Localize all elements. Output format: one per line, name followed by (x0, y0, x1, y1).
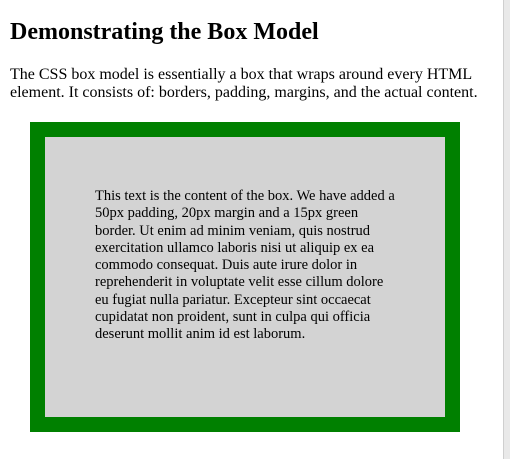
box-model-border: This text is the content of the box. We … (30, 122, 460, 432)
box-content-text: This text is the content of the box. We … (95, 188, 395, 343)
box-model-content-area: This text is the content of the box. We … (45, 137, 445, 417)
page-heading: Demonstrating the Box Model (10, 19, 319, 45)
window-edge (505, 0, 510, 459)
intro-paragraph: The CSS box model is essentially a box t… (10, 66, 478, 101)
page-viewport: Demonstrating the Box Model The CSS box … (0, 0, 504, 459)
